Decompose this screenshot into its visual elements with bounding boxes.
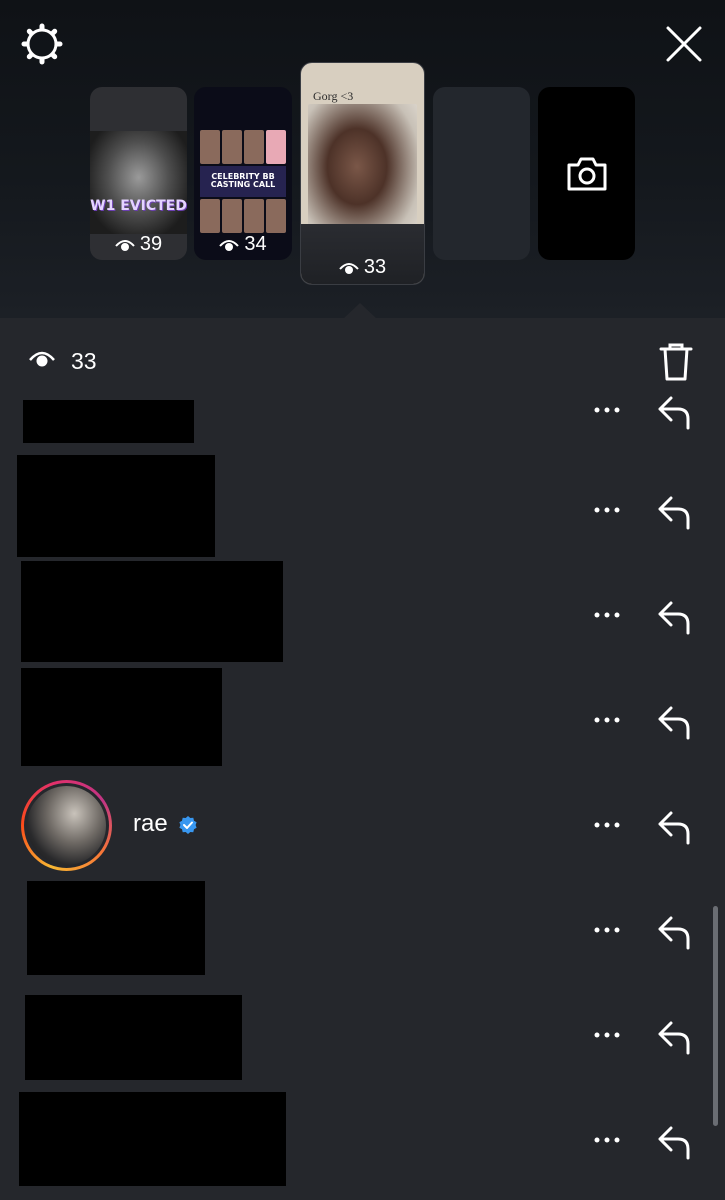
more-options-icon[interactable]	[590, 915, 624, 945]
viewer-actions-4	[590, 700, 694, 740]
story-views: 39	[90, 233, 187, 256]
avatar-photo	[27, 786, 106, 865]
more-options-icon[interactable]	[590, 810, 624, 840]
more-options-icon[interactable]	[590, 495, 624, 525]
more-options-icon[interactable]	[590, 395, 624, 425]
camera-icon	[567, 157, 606, 190]
viewer-actions-3	[590, 595, 694, 635]
more-options-icon[interactable]	[590, 1125, 624, 1155]
reply-arrow-icon[interactable]	[654, 805, 694, 845]
story-image: CELEBRITY BB CASTING CALL	[200, 130, 286, 233]
eye-icon	[219, 239, 240, 251]
story-view-count: 34	[244, 233, 267, 255]
story-caption: W1 EVICTED	[90, 198, 187, 214]
reply-arrow-icon[interactable]	[654, 490, 694, 530]
viewer-username[interactable]: rae	[133, 810, 168, 838]
viewer-actions-1	[590, 390, 694, 430]
eye-icon	[29, 351, 55, 367]
eye-icon	[115, 239, 135, 251]
viewer-actions-2	[590, 490, 694, 530]
redacted-viewer-3	[21, 561, 283, 662]
story-title: Gorg <3	[313, 89, 354, 103]
story-thumbnail-1[interactable]: W1 EVICTED 39	[90, 87, 187, 260]
story-caption: CELEBRITY BB CASTING CALL	[200, 166, 286, 197]
story-view-count: 33	[363, 256, 387, 278]
redacted-viewer-4	[21, 668, 222, 766]
scrollbar[interactable]	[713, 906, 718, 1126]
trash-icon[interactable]	[655, 340, 697, 384]
reply-arrow-icon[interactable]	[654, 390, 694, 430]
total-view-count: 33	[71, 348, 97, 374]
settings-gear-icon[interactable]	[18, 20, 66, 68]
viewer-actions-8	[590, 1120, 694, 1160]
verified-badge-icon	[179, 816, 197, 834]
redacted-viewer-6	[27, 881, 205, 975]
story-image	[308, 104, 417, 243]
story-views: 34	[194, 233, 292, 256]
more-options-icon[interactable]	[590, 705, 624, 735]
story-view-count: 39	[139, 233, 163, 255]
add-story-camera-button[interactable]	[538, 87, 635, 260]
redacted-viewer-1	[23, 400, 194, 443]
reply-arrow-icon[interactable]	[654, 1015, 694, 1055]
story-thumbnail-3-selected[interactable]: Gorg <3 33	[300, 62, 425, 285]
redacted-viewer-2	[17, 455, 215, 557]
reply-arrow-icon[interactable]	[654, 700, 694, 740]
viewer-actions-6	[590, 910, 694, 950]
close-x-icon[interactable]	[660, 20, 708, 68]
viewer-actions-7	[590, 1015, 694, 1055]
redacted-viewer-8	[19, 1092, 286, 1186]
redacted-viewer-7	[25, 995, 242, 1080]
reply-arrow-icon[interactable]	[654, 910, 694, 950]
reply-arrow-icon[interactable]	[654, 1120, 694, 1160]
more-options-icon[interactable]	[590, 600, 624, 630]
story-thumbnail-placeholder	[433, 87, 530, 260]
eye-icon	[339, 262, 359, 274]
story-thumbnail-2[interactable]: CELEBRITY BB CASTING CALL 34	[194, 87, 292, 260]
story-image	[90, 131, 187, 234]
more-options-icon[interactable]	[590, 1020, 624, 1050]
reply-arrow-icon[interactable]	[654, 595, 694, 635]
story-views: 33	[301, 256, 424, 279]
viewer-actions-5	[590, 805, 694, 845]
avatar[interactable]	[21, 780, 112, 871]
selected-story-pointer	[343, 303, 377, 319]
